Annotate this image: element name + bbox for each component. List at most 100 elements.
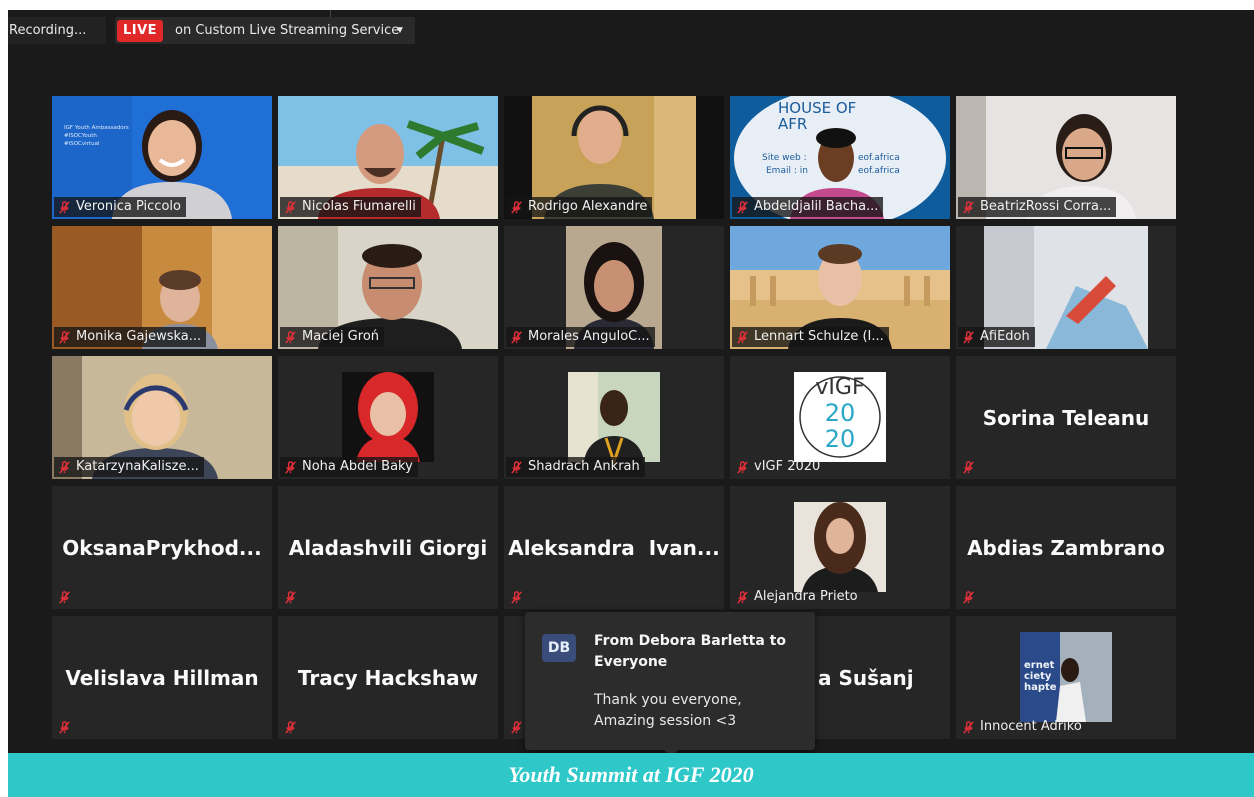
participant-name: Nicolas Fiumarelli [302,199,416,214]
microphone-muted-icon [737,590,748,604]
participant-name-label: Innocent Adriko [958,717,1087,737]
participant-display-name: Tracy Hackshaw [297,665,479,690]
participant-name-label: Abdeldjalil Bacha... [732,197,884,217]
microphone-muted-icon [963,720,974,734]
microphone-muted-icon [737,200,748,214]
participant-name: Innocent Adriko [980,719,1082,734]
participant-name-label [958,587,981,607]
participant-display-name: Aladashvili Giorgi [288,535,488,560]
participant-name-label: Nicolas Fiumarelli [280,197,421,217]
microphone-muted-icon [511,460,522,474]
participant-name: Monika Gajewska... [76,329,202,344]
participant-name: Noha Abdel Baky [302,459,413,474]
microphone-muted-icon [59,590,70,604]
participant-name: AfiEdoh [980,329,1030,344]
caret-down-icon[interactable]: ▼ [395,17,405,44]
participant-name-label: Morales AnguloC... [506,327,655,347]
microphone-muted-icon [963,330,974,344]
caption-bar: Youth Summit at IGF 2020 [8,753,1254,797]
microphone-muted-icon [59,720,70,734]
microphone-muted-icon [285,460,296,474]
participant-name-label [280,717,303,737]
participant-tile[interactable]: Aleksandra Ivan... [504,486,724,609]
participant-display-name: Abdias Zambrano [967,535,1165,560]
chat-sender: From Debora Barletta to Everyone [594,633,786,670]
participant-name: BeatrizRossi Corra... [980,199,1112,214]
participant-name-label [506,587,529,607]
participant-tile[interactable]: Aladashvili Giorgi [278,486,498,609]
participant-name: Veronica Piccolo [76,199,181,214]
participant-tile[interactable]: Noha Abdel Baky [278,356,498,479]
participant-display-name: OksanaPrykhod... [62,535,262,560]
participant-tile[interactable]: Maciej Groń [278,226,498,349]
participant-display-name: Aleksandra Ivan... [508,535,720,560]
microphone-muted-icon [963,590,974,604]
participant-name: KatarzynaKalisze... [76,459,199,474]
microphone-muted-icon [963,200,974,214]
participant-name: vIGF 2020 [754,459,821,474]
recording-indicator[interactable]: Recording... [8,17,106,44]
participant-tile[interactable]: Sorina Teleanu [956,356,1176,479]
avatar: DB [542,634,576,662]
microphone-muted-icon [511,330,522,344]
microphone-muted-icon [737,460,748,474]
participant-tile[interactable]: AfiEdoh [956,226,1176,349]
microphone-muted-icon [511,590,522,604]
participant-tile[interactable]: Tracy Hackshaw [278,616,498,739]
live-stream-dropdown[interactable]: LIVE on Custom Live Streaming Service ▼ [115,17,415,44]
live-service-label: on Custom Live Streaming Service [175,23,400,38]
microphone-muted-icon [511,720,522,734]
participant-tile[interactable]: OksanaPrykhod... [52,486,272,609]
participant-tile[interactable]: Monika Gajewska... [52,226,272,349]
participant-name-label [280,587,303,607]
participant-name-label: KatarzynaKalisze... [54,457,204,477]
chat-message: Thank you everyone, Amazing session <3 [594,692,742,729]
participant-name: Rodrigo Alexandre [528,199,648,214]
participant-tile[interactable]: HOUSE OF AFR Site web : eof.africa Email… [730,96,950,219]
participant-name-label: Noha Abdel Baky [280,457,418,477]
participant-name-label: Maciej Groń [280,327,385,347]
participant-display-name: Sorina Teleanu [982,405,1150,430]
participant-tile[interactable]: KatarzynaKalisze... [52,356,272,479]
microphone-muted-icon [737,330,748,344]
participant-name: Lennart Schulze (I... [754,329,884,344]
participant-name-label: Rodrigo Alexandre [506,197,653,217]
vigf-logo: vIGF 20 20 [794,372,886,462]
participant-tile[interactable]: Morales AnguloC... [504,226,724,349]
participant-name-label: Lennart Schulze (I... [732,327,889,347]
participant-name-label [958,457,981,477]
participant-name-label: Alejandra Prieto [732,587,863,607]
participant-name: Maciej Groń [302,329,380,344]
participant-tile[interactable]: IGF Youth Ambassadors #ISOCYouth #ISOCvi… [52,96,272,219]
participant-tile[interactable]: Lennart Schulze (I... [730,226,950,349]
participant-name-label: AfiEdoh [958,327,1035,347]
participant-name: Alejandra Prieto [754,589,858,604]
microphone-muted-icon [59,460,70,474]
participant-name-label [54,587,77,607]
participant-display-name: Velislava Hillman [65,665,259,690]
participant-tile[interactable]: Velislava Hillman [52,616,272,739]
microphone-muted-icon [59,200,70,214]
microphone-muted-icon [285,720,296,734]
microphone-muted-icon [285,200,296,214]
participant-tile[interactable]: Nicolas Fiumarelli [278,96,498,219]
microphone-muted-icon [511,200,522,214]
chat-notification[interactable]: DB From Debora Barletta to Everyone Than… [525,612,815,750]
participant-tile[interactable]: Abdias Zambrano [956,486,1176,609]
participant-tile[interactable]: vIGF 20 20 vIGF 2020 [730,356,950,479]
participant-name-label: Veronica Piccolo [54,197,186,217]
participant-name-label: Monika Gajewska... [54,327,207,347]
participant-tile[interactable]: ernet ciety hapte Innocent Adriko [956,616,1176,739]
participant-name: Shadrach Ankrah [528,459,640,474]
live-badge: LIVE [117,20,163,42]
participant-name: Morales AnguloC... [528,329,650,344]
caption-text: Youth Summit at IGF 2020 [508,762,754,787]
microphone-muted-icon [285,590,296,604]
participant-name-label: Shadrach Ankrah [506,457,645,477]
recording-text: Recording... [9,23,87,38]
participant-name-label: vIGF 2020 [732,457,825,477]
participant-tile[interactable]: Alejandra Prieto [730,486,950,609]
participant-tile[interactable]: Shadrach Ankrah [504,356,724,479]
participant-tile[interactable]: BeatrizRossi Corra... [956,96,1176,219]
participant-tile[interactable]: Rodrigo Alexandre [504,96,724,219]
